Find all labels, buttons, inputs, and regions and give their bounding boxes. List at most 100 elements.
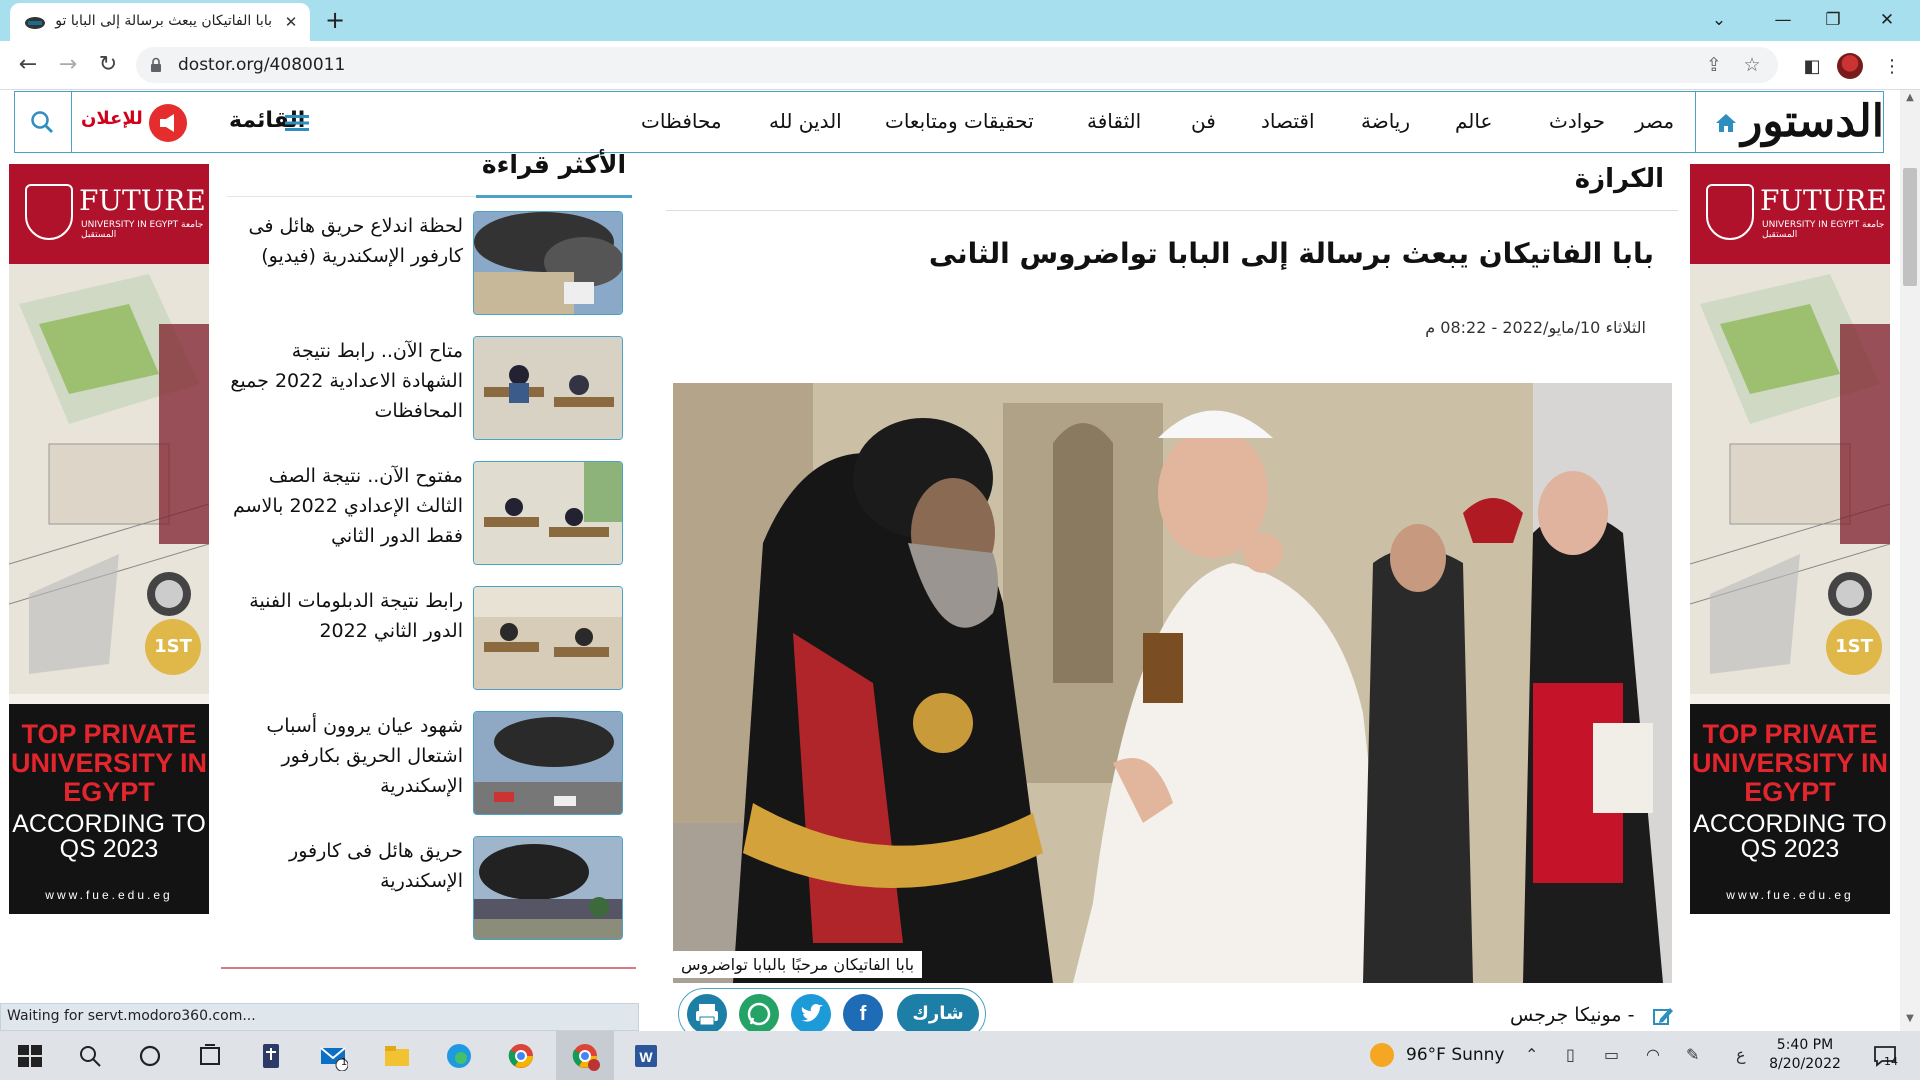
ad-url: www.fue.edu.eg [1726, 888, 1854, 902]
most-read-thumbnail[interactable] [473, 586, 623, 690]
nav-item-sports[interactable]: رياضة [1361, 109, 1410, 133]
twitter-icon[interactable] [791, 994, 831, 1034]
most-read-headline[interactable]: حريق هائل فى كارفور الإسكندرية [227, 836, 463, 896]
browser-tab[interactable]: بابا الفاتيكان يبعث برسالة إلى البابا تو… [10, 3, 310, 41]
advertise-link[interactable]: للإعلان [81, 108, 143, 129]
reload-icon[interactable]: ↻ [94, 52, 122, 80]
tab-close-icon[interactable]: ✕ [282, 13, 300, 31]
cortana-icon[interactable] [135, 1041, 165, 1071]
home-icon[interactable] [1713, 110, 1739, 136]
forward-icon[interactable]: → [54, 52, 82, 80]
ad-footer: TOP PRIVATE UNIVERSITY IN EGYPT ACCORDIN… [9, 704, 209, 914]
task-view-icon[interactable] [195, 1041, 225, 1071]
side-panel-icon[interactable]: ◧ [1800, 55, 1824, 79]
weather-text[interactable]: 96°F Sunny [1406, 1045, 1505, 1065]
restore-icon[interactable]: ❐ [1818, 8, 1848, 32]
tab-search-icon[interactable]: ⌄ [1704, 8, 1734, 32]
most-read-headline[interactable]: مفتوح الآن.. نتيجة الصف الثالث الإعدادي … [227, 461, 463, 551]
minimize-icon[interactable]: — [1768, 8, 1798, 32]
search-icon[interactable] [29, 109, 55, 135]
right-side-ad[interactable]: FUTURE UNIVERSITY IN EGYPT جامعة المستقب… [1690, 164, 1890, 914]
clock[interactable]: 5:40 PM 8/20/2022 [1762, 1036, 1848, 1074]
windows-taskbar: 1 W 96°F Sunny ⌃ ▯ ▭ ◠ ✎ ع 5:40 PM 8/20/… [0, 1031, 1920, 1080]
tab-title: بابا الفاتيكان يبعث برسالة إلى البابا تو… [54, 13, 272, 29]
scroll-up-icon[interactable]: ▲ [1903, 92, 1917, 106]
url-text: dostor.org/4080011 [178, 55, 346, 75]
most-read-headline[interactable]: لحظة اندلاع حريق هائل فى كارفور الإسكندر… [227, 211, 463, 271]
nav-item-egypt[interactable]: مصر [1635, 109, 1674, 133]
facebook-icon[interactable]: f [843, 994, 883, 1034]
ad-url: www.fue.edu.eg [45, 888, 173, 902]
share-page-icon[interactable]: ⇪ [1702, 54, 1726, 76]
most-read-headline[interactable]: متاح الآن.. رابط نتيجة الشهادة الاعدادية… [227, 336, 463, 426]
word-icon[interactable]: W [631, 1041, 661, 1071]
hamburger-menu-icon[interactable] [285, 114, 309, 132]
most-read-headline[interactable]: رابط نتيجة الدبلومات الفنية الدور الثاني… [227, 586, 463, 646]
profile-avatar[interactable] [1837, 53, 1863, 79]
print-icon[interactable] [687, 994, 727, 1034]
ad-brand: FUTURE [79, 184, 206, 217]
notification-count: 14 [1884, 1055, 1898, 1068]
back-icon[interactable]: ← [14, 52, 42, 80]
nav-item-governorates[interactable]: محافظات [641, 109, 722, 133]
most-read-item[interactable]: حريق هائل فى كارفور الإسكندرية [227, 836, 627, 940]
chrome-icon[interactable] [506, 1041, 536, 1071]
browser-status-bar: Waiting for servt.modoro360.com... [0, 1003, 639, 1031]
edge-icon[interactable] [444, 1041, 474, 1071]
battery-icon[interactable]: ▭ [1604, 1045, 1619, 1064]
most-read-thumbnail[interactable] [473, 711, 623, 815]
ad-badge: 1ST [1826, 619, 1882, 675]
section-title[interactable]: الكرازة [1550, 164, 1664, 194]
windows-start-icon[interactable] [15, 1041, 45, 1071]
show-hidden-icons[interactable]: ⌃ [1525, 1045, 1538, 1064]
share-button[interactable]: شارك [897, 994, 979, 1034]
pen-icon[interactable]: ✎ [1686, 1045, 1699, 1064]
bookmark-star-icon[interactable]: ☆ [1740, 54, 1764, 76]
nav-item-investigations[interactable]: تحقيقات ومتابعات [885, 109, 1034, 133]
most-read-item[interactable]: مفتوح الآن.. نتيجة الصف الثالث الإعدادي … [227, 461, 627, 565]
device-icon[interactable]: ▯ [1566, 1045, 1575, 1064]
taskbar-search-icon[interactable] [75, 1041, 105, 1071]
most-read-item[interactable]: متاح الآن.. رابط نتيجة الشهادة الاعدادية… [227, 336, 627, 440]
most-read-item[interactable]: شهود عيان يروون أسباب اشتعال الحريق بكار… [227, 711, 627, 815]
ad-brand-sub: UNIVERSITY IN EGYPT جامعة المستقبل [81, 220, 204, 240]
whatsapp-icon[interactable] [739, 994, 779, 1034]
mail-badge: 1 [340, 1057, 348, 1068]
bible-app-icon[interactable] [256, 1041, 286, 1071]
ad-footer: TOP PRIVATE UNIVERSITY IN EGYPT ACCORDIN… [1690, 704, 1890, 914]
scroll-down-icon[interactable]: ▼ [1903, 1013, 1917, 1027]
most-read-thumbnail[interactable] [473, 836, 623, 940]
most-read-item[interactable]: رابط نتيجة الدبلومات الفنية الدور الثاني… [227, 586, 627, 690]
article-author[interactable]: - مونيكا جرجس [1510, 1004, 1634, 1026]
nav-item-culture[interactable]: الثقافة [1087, 109, 1141, 133]
most-read-title: الأكثر قراءة [481, 150, 627, 179]
address-bar[interactable]: dostor.org/4080011 ⇪ ☆ [136, 47, 1778, 83]
most-read-thumbnail[interactable] [473, 336, 623, 440]
file-explorer-icon[interactable] [382, 1041, 412, 1071]
most-read-accent [476, 195, 632, 198]
chrome-menu-icon[interactable]: ⋮ [1880, 55, 1904, 79]
close-window-icon[interactable]: ✕ [1872, 8, 1902, 32]
new-tab-icon[interactable]: + [323, 8, 347, 33]
megaphone-icon[interactable] [149, 104, 187, 142]
most-read-thumbnail[interactable] [473, 461, 623, 565]
weather-sun-icon[interactable] [1370, 1043, 1394, 1067]
university-crest-icon [25, 184, 73, 240]
nav-divider [71, 92, 72, 152]
nav-item-world[interactable]: عالم [1455, 109, 1492, 133]
nav-item-economy[interactable]: اقتصاد [1261, 109, 1315, 133]
ad-header: FUTURE UNIVERSITY IN EGYPT جامعة المستقب… [9, 164, 209, 264]
chrome-profile-icon[interactable] [570, 1041, 600, 1071]
site-logo[interactable]: الدستور [1741, 94, 1886, 150]
nav-item-religion[interactable]: الدين لله [769, 109, 842, 133]
scrollbar-thumb[interactable] [1903, 168, 1917, 286]
left-side-ad[interactable]: FUTURE UNIVERSITY IN EGYPT جامعة المستقب… [9, 164, 209, 914]
nav-item-incidents[interactable]: حوادث [1549, 109, 1605, 133]
article-hero-image[interactable] [673, 383, 1672, 983]
wifi-icon[interactable]: ◠ [1646, 1045, 1660, 1064]
most-read-thumbnail[interactable] [473, 211, 623, 315]
nav-item-art[interactable]: فن [1191, 109, 1216, 133]
input-language[interactable]: ع [1736, 1045, 1746, 1064]
most-read-headline[interactable]: شهود عيان يروون أسباب اشتعال الحريق بكار… [227, 711, 463, 801]
most-read-item[interactable]: لحظة اندلاع حريق هائل فى كارفور الإسكندر… [227, 211, 627, 315]
